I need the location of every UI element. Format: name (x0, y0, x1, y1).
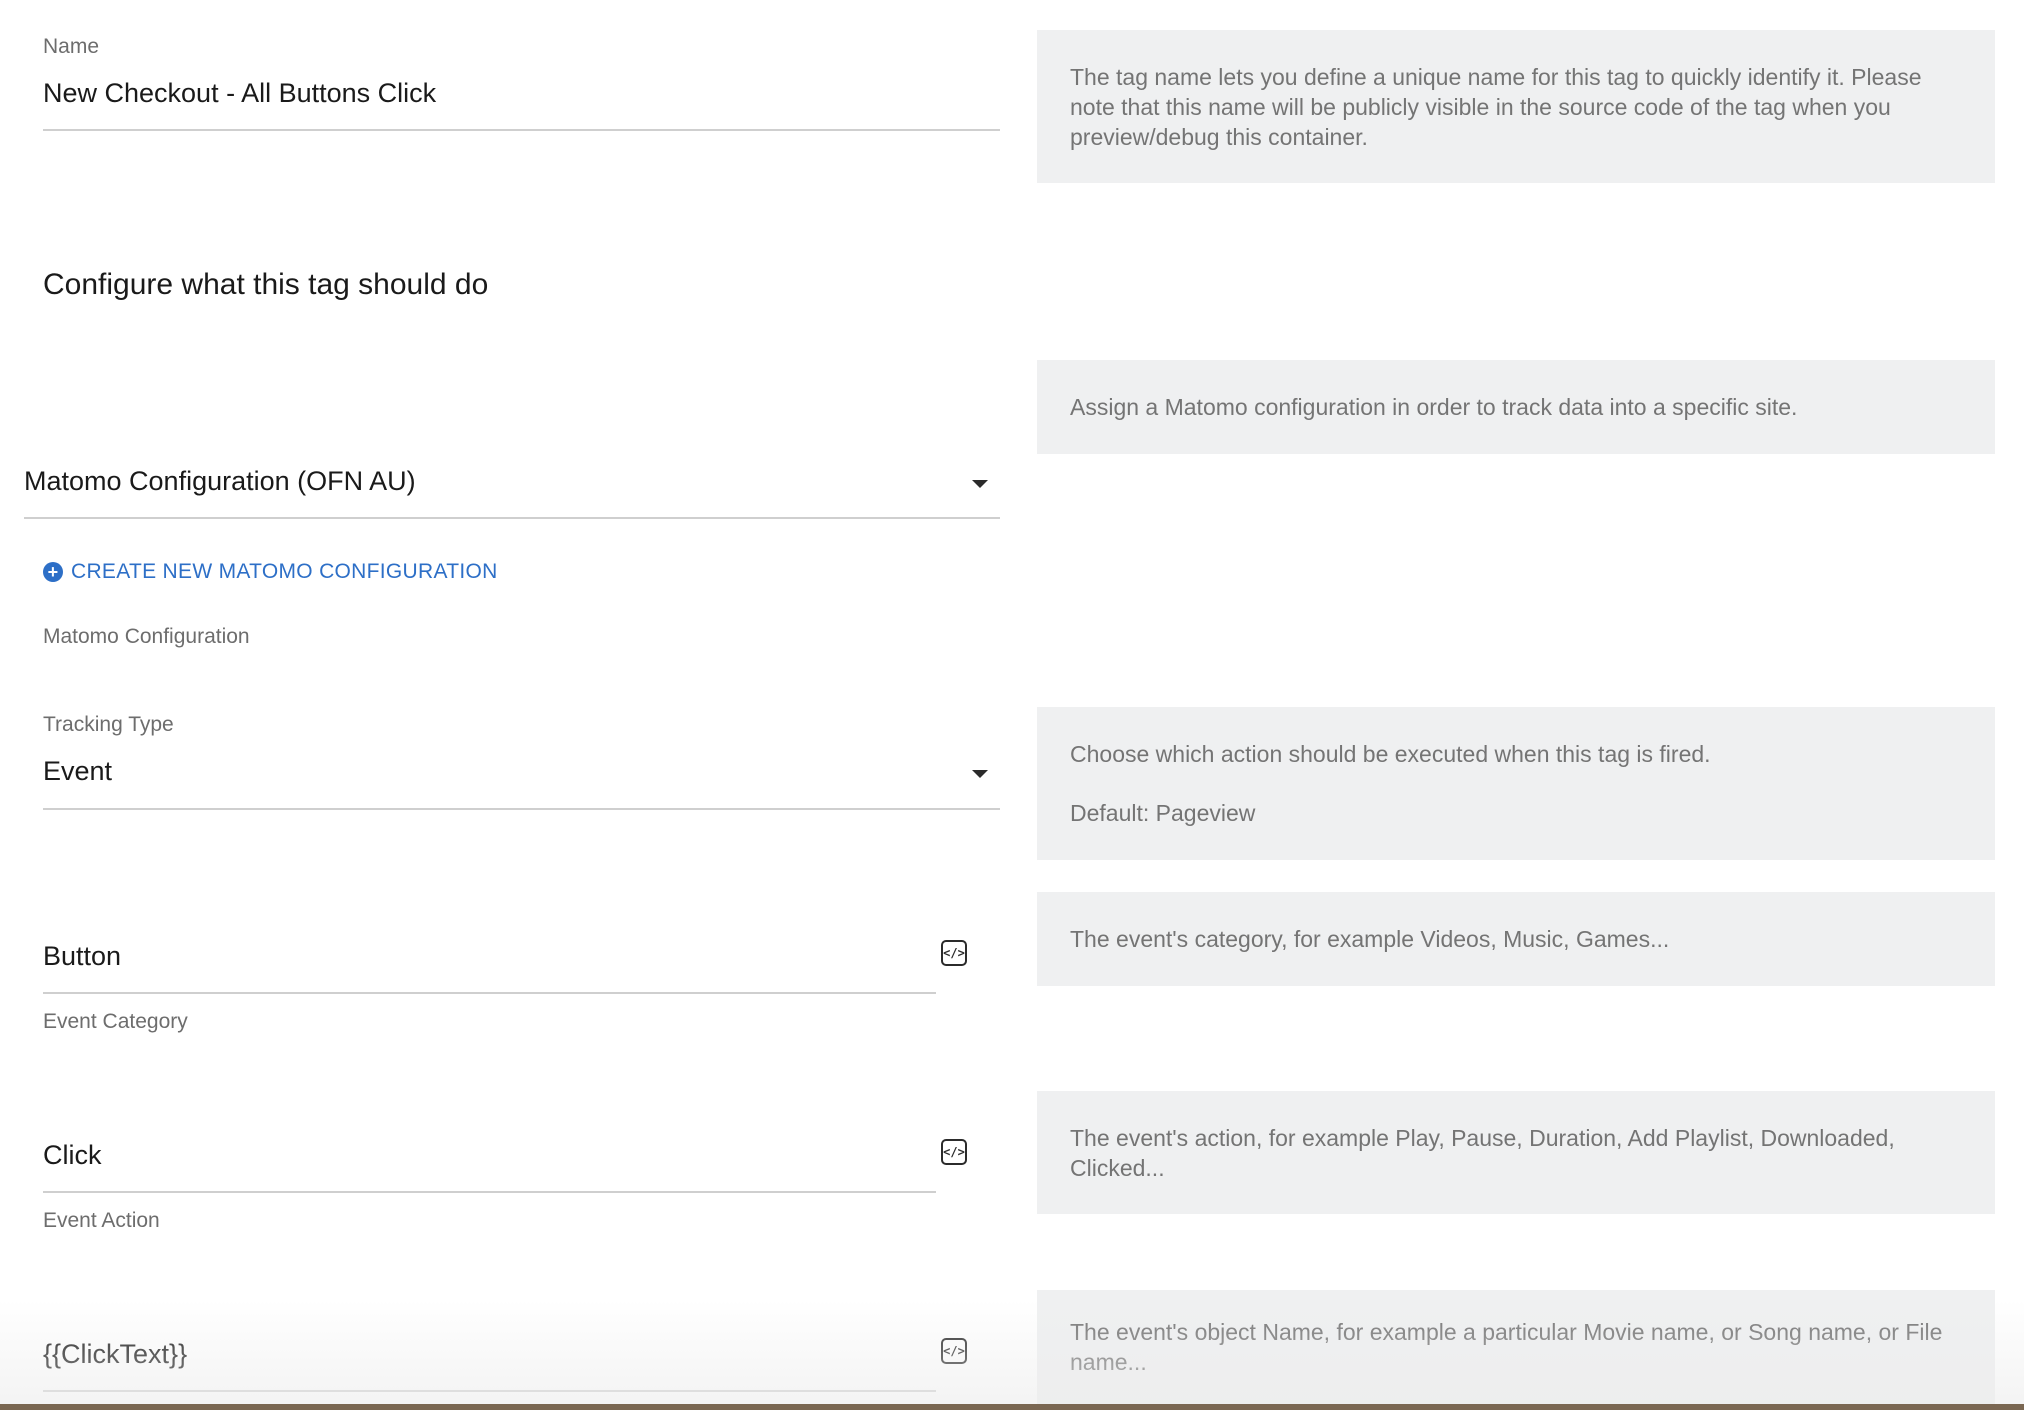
variable-selector-icon[interactable]: </> (941, 940, 967, 966)
event-name-help-box: The event's object Name, for example a p… (1037, 1290, 1995, 1404)
create-matomo-config-link[interactable]: + CREATE NEW MATOMO CONFIGURATION (43, 560, 498, 584)
name-field-label: Name (43, 35, 100, 58)
event-category-label: Event Category (43, 1010, 188, 1033)
section-title: Configure what this tag should do (43, 268, 489, 301)
matomo-config-selected-value: Matomo Configuration (OFN AU) (24, 466, 416, 496)
event-category-help-box: The event's category, for example Videos… (1037, 892, 1995, 986)
tracking-type-help-box: Choose which action should be executed w… (1037, 707, 1995, 860)
event-name-underline (43, 1390, 936, 1392)
matomo-config-select[interactable]: Matomo Configuration (OFN AU) (24, 460, 1000, 520)
event-action-input[interactable]: Click (43, 1140, 102, 1171)
tracking-type-help-text: Choose which action should be executed w… (1070, 741, 1711, 767)
tracking-type-help-default: Default: Pageview (1070, 800, 1256, 826)
matomo-config-help-text: Assign a Matomo configuration in order t… (1070, 394, 1798, 420)
tracking-type-selected-value: Event (43, 756, 113, 786)
event-category-underline (43, 992, 936, 994)
event-action-underline (43, 1191, 936, 1193)
matomo-config-label: Matomo Configuration (43, 625, 250, 648)
matomo-config-help-box: Assign a Matomo configuration in order t… (1037, 360, 1995, 454)
tracking-type-select[interactable]: Event (43, 750, 1000, 806)
variable-selector-icon[interactable]: </> (941, 1139, 967, 1165)
matomo-config-underline (24, 517, 1000, 519)
chevron-down-icon (972, 480, 988, 488)
event-category-help-text: The event's category, for example Videos… (1070, 926, 1670, 952)
variable-selector-icon[interactable]: </> (941, 1338, 967, 1364)
window-bottom-edge (0, 1404, 2024, 1410)
event-action-help-box: The event's action, for example Play, Pa… (1037, 1091, 1995, 1214)
tag-edit-form: Name New Checkout - All Buttons Click Th… (0, 0, 2024, 1410)
event-name-input[interactable]: {{ClickText}} (43, 1339, 187, 1370)
tracking-type-label: Tracking Type (43, 713, 174, 736)
name-help-box: The tag name lets you define a unique na… (1037, 30, 1995, 183)
name-help-text: The tag name lets you define a unique na… (1070, 63, 1922, 150)
create-matomo-config-label: CREATE NEW MATOMO CONFIGURATION (71, 560, 498, 583)
event-name-help-text: The event's object Name, for example a p… (1070, 1319, 1943, 1375)
plus-circle-icon: + (43, 562, 63, 582)
event-category-input[interactable]: Button (43, 941, 121, 972)
event-action-label: Event Action (43, 1209, 160, 1232)
chevron-down-icon (972, 770, 988, 778)
tracking-type-underline (43, 808, 1000, 810)
name-input-underline (43, 129, 1000, 131)
name-input[interactable]: New Checkout - All Buttons Click (43, 78, 436, 109)
event-action-help-text: The event's action, for example Play, Pa… (1070, 1124, 1895, 1181)
